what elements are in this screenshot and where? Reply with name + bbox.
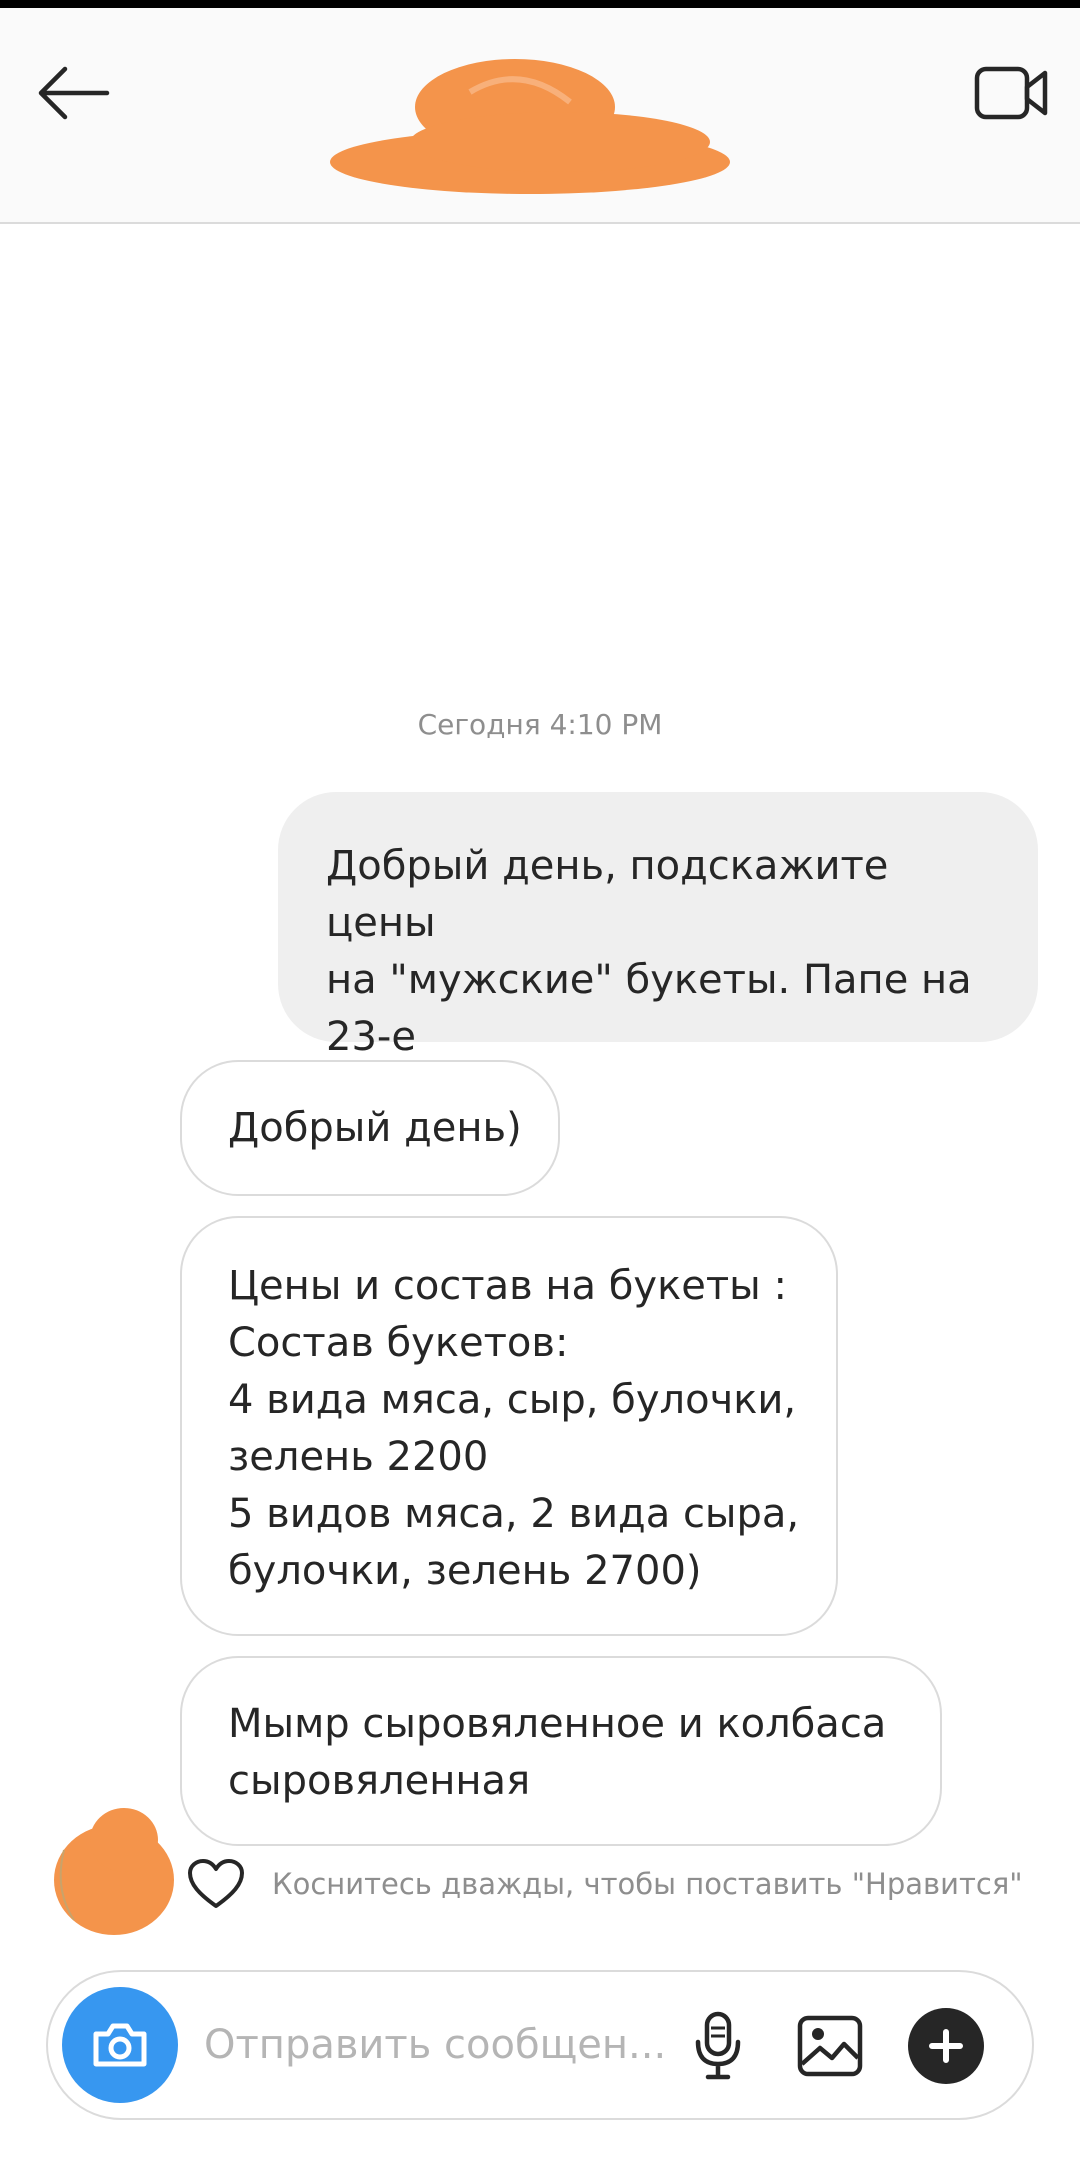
- gallery-icon: [797, 2015, 863, 2077]
- video-camera-icon: [974, 66, 1048, 120]
- message-input[interactable]: [202, 2012, 686, 2078]
- message-composer: [46, 1970, 1034, 2120]
- plus-icon: [929, 2029, 963, 2063]
- arrow-left-icon: [38, 66, 110, 120]
- more-options-button[interactable]: [908, 2008, 984, 2084]
- heart-icon: [188, 1859, 244, 1908]
- back-button[interactable]: [28, 48, 118, 138]
- double-tap-like-hint: Коснитесь дважды, чтобы поставить "Нрави…: [272, 1867, 1023, 1901]
- microphone-icon: [695, 2011, 741, 2080]
- status-bar-strip: [0, 0, 1080, 8]
- voice-message-button[interactable]: [678, 2006, 758, 2086]
- chat-header: [0, 8, 1080, 224]
- incoming-message-bubble[interactable]: Цены и состав на букеты : Состав букетов…: [180, 1216, 838, 1636]
- camera-icon: [93, 2023, 147, 2067]
- sender-avatar-redacted: [54, 1808, 174, 1935]
- like-row: Коснитесь дважды, чтобы поставить "Нрави…: [184, 1852, 1023, 1916]
- gallery-button[interactable]: [790, 2006, 870, 2086]
- outgoing-message-bubble[interactable]: Добрый день, подскажите цены на "мужские…: [278, 792, 1038, 1060]
- camera-button[interactable]: [62, 1987, 178, 2103]
- redacted-username-scribble: [330, 59, 730, 194]
- video-call-button[interactable]: [966, 48, 1056, 138]
- incoming-message-bubble[interactable]: Мымр сыровяленное и колбаса сыровяленная: [180, 1656, 942, 1846]
- incoming-message-bubble[interactable]: Добрый день): [180, 1060, 560, 1196]
- conversation-timestamp: Сегодня 4:10 PM: [417, 708, 663, 741]
- like-button[interactable]: [184, 1852, 248, 1916]
